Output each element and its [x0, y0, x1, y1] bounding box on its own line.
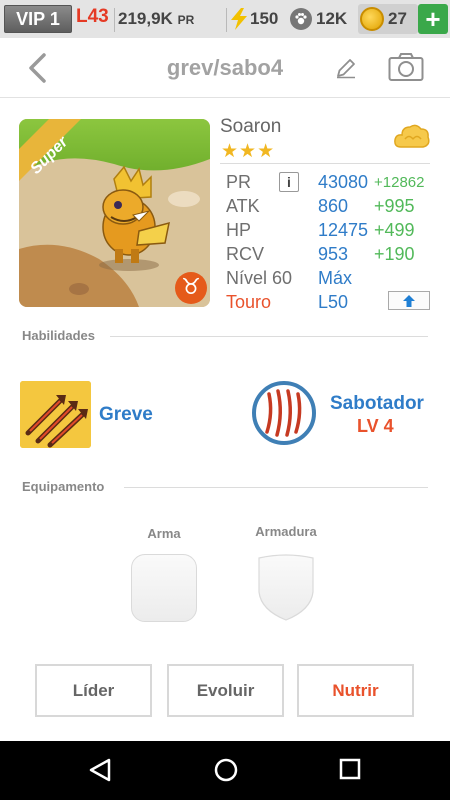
- stat-bonus: +190: [374, 244, 415, 264]
- taurus-icon: ♉: [181, 275, 201, 300]
- stat-value: 12475: [318, 220, 369, 240]
- level-value: Máx: [318, 268, 353, 288]
- cloud-icon[interactable]: [393, 121, 431, 151]
- sign-level: L50: [318, 292, 349, 312]
- stat-value: 43080: [318, 172, 369, 192]
- stat-row-hp: HP 12475 +499: [226, 220, 436, 244]
- stat-label: HP: [226, 220, 252, 240]
- energy-value: 150: [250, 9, 279, 28]
- header: grev/sabo4: [0, 38, 450, 98]
- power-rating-unit: PR: [177, 13, 195, 27]
- edit-pencil-icon[interactable]: [334, 56, 358, 80]
- coin-counter[interactable]: 27: [358, 4, 418, 34]
- divider: [114, 8, 115, 32]
- lightning-icon: [231, 8, 247, 30]
- stat-value: 860: [318, 196, 349, 216]
- nav-recent-apps-icon[interactable]: [339, 758, 361, 780]
- section-divider: [110, 336, 428, 337]
- stat-label: RCV: [226, 244, 265, 264]
- stat-bonus: +12862: [374, 174, 425, 191]
- skills-section-label: Habilidades: [22, 328, 95, 343]
- page-title: grev/sabo4: [166, 55, 284, 80]
- camera-icon[interactable]: [388, 52, 424, 82]
- nav-back-icon[interactable]: [87, 757, 113, 783]
- stat-label: ATK: [226, 196, 260, 216]
- paw-value: 12K: [316, 9, 348, 28]
- rarity-stars: ★★★: [221, 141, 276, 162]
- skill-sabotador-name[interactable]: Sabotador: [330, 393, 424, 415]
- paw-counter[interactable]: 12K: [290, 8, 347, 30]
- coin-icon: [360, 7, 384, 31]
- paw-icon: [290, 8, 312, 30]
- info-icon[interactable]: i: [279, 172, 299, 192]
- creature-portrait[interactable]: Super ♉: [19, 119, 210, 307]
- stat-bonus: +995: [374, 196, 415, 216]
- zodiac-badge: ♉: [175, 272, 207, 304]
- creature-name: Soaron: [220, 116, 282, 137]
- section-divider: [124, 487, 428, 488]
- feed-button[interactable]: Nutrir: [297, 664, 414, 717]
- stat-row-rcv: RCV 953 +190: [226, 244, 436, 268]
- power-rating: 219,9K PR: [118, 9, 194, 29]
- level-label: Nível 60: [226, 268, 293, 288]
- stat-row-atk: ATK 860 +995: [226, 196, 436, 220]
- skill-greve-icon[interactable]: [20, 381, 91, 448]
- equipment-section-label: Equipamento: [22, 479, 105, 494]
- weapon-slot[interactable]: [131, 554, 197, 622]
- system-nav-bar: [0, 741, 450, 800]
- stat-bonus: +499: [374, 220, 415, 240]
- skill-sabotador-icon[interactable]: [251, 380, 317, 446]
- nav-home-icon[interactable]: [213, 757, 239, 783]
- stats-divider: [220, 163, 430, 164]
- armor-slot-label: Armadura: [255, 524, 317, 539]
- stat-value: 953: [318, 244, 349, 264]
- power-rating-value: 219,9K: [118, 9, 173, 28]
- energy-counter[interactable]: 150: [230, 8, 278, 30]
- skill-greve-name[interactable]: Greve: [99, 404, 153, 426]
- stat-label: PR: [226, 172, 252, 192]
- stat-row-level: Nível 60 Máx: [226, 268, 436, 292]
- stat-row-pr: PR 43080 +12862: [226, 172, 436, 196]
- status-bar: VIP 1 L43 219,9K PR 150 12K 27 +: [0, 0, 450, 38]
- skill-sabotador-level: LV 4: [357, 416, 394, 436]
- upgrade-button[interactable]: [388, 291, 430, 310]
- sign-label: Touro: [226, 292, 272, 312]
- coin-value: 27: [388, 9, 407, 28]
- leader-button[interactable]: Líder: [35, 664, 152, 717]
- vip-badge[interactable]: VIP 1: [4, 5, 72, 33]
- add-coins-button[interactable]: +: [418, 4, 448, 34]
- divider: [226, 8, 227, 32]
- player-level: L43: [76, 6, 109, 27]
- upgrade-arrow-icon: [403, 294, 415, 307]
- evolve-button[interactable]: Evoluir: [167, 664, 284, 717]
- weapon-slot-label: Arma: [147, 526, 181, 541]
- armor-slot[interactable]: [253, 554, 319, 622]
